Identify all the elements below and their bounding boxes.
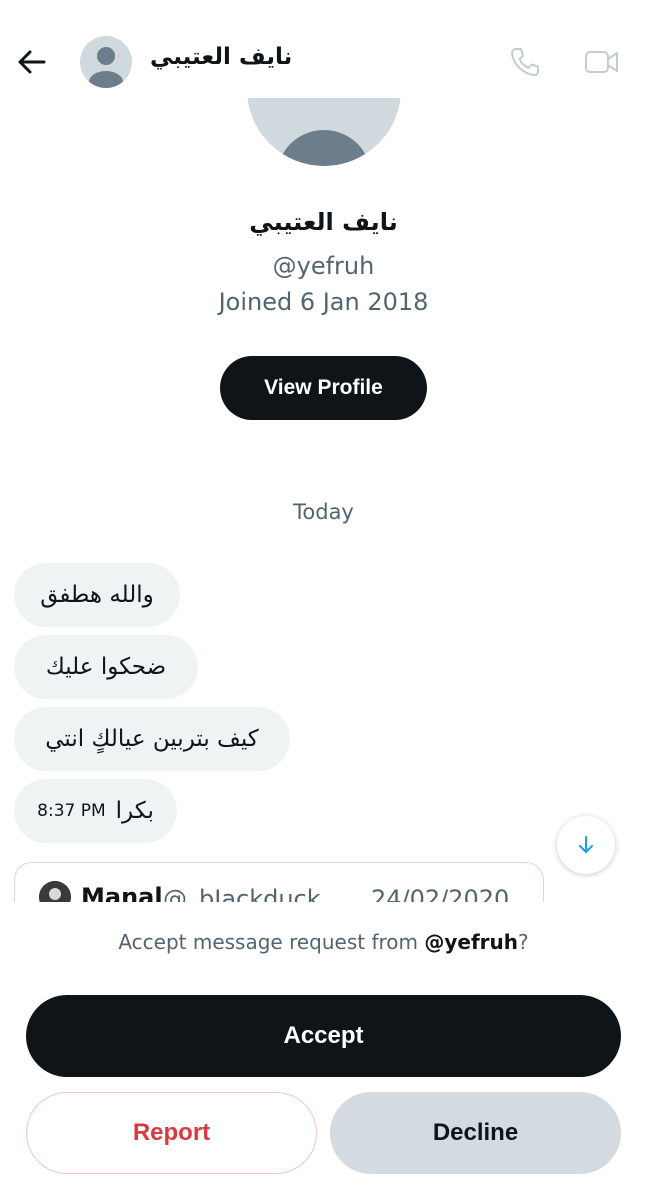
message-text: ضحكوا عليك [45, 654, 167, 680]
view-profile-button[interactable]: View Profile [220, 356, 427, 420]
message-request-panel: Accept message request from @yefruh? Acc… [0, 902, 647, 1200]
back-arrow-icon[interactable] [14, 44, 50, 80]
conversation-header: نايف العتيبي [0, 0, 647, 98]
scroll-to-bottom-button[interactable] [557, 816, 615, 874]
quoted-author-avatar [39, 881, 71, 902]
profile-joined-date: Joined 6 Jan 2018 [218, 288, 429, 316]
message-bubble[interactable]: ضحكوا عليك [14, 635, 198, 699]
day-separator: Today [293, 500, 354, 524]
arrow-down-icon [579, 836, 593, 853]
message-text: والله هطفق [40, 582, 154, 608]
quoted-post-date: 24/02/2020 [371, 885, 510, 902]
request-prompt: Accept message request from @yefruh? [0, 930, 647, 954]
decline-button[interactable]: Decline [330, 1092, 621, 1174]
profile-handle: @yefruh [272, 252, 375, 280]
request-prompt-suffix: ? [518, 930, 529, 954]
message-bubble[interactable]: كيف بتربين عيالكٍ انتي [14, 707, 290, 771]
report-button[interactable]: Report [26, 1092, 317, 1174]
quoted-author-handle: @_bIackduck [163, 885, 321, 902]
message-text: بكرا [115, 798, 154, 824]
header-avatar[interactable] [80, 36, 132, 88]
message-bubble[interactable]: والله هطفق [14, 563, 180, 627]
profile-name: نايف العتيبي [249, 208, 398, 236]
message-bubble[interactable]: بكرا 8:37 PM [14, 779, 177, 843]
profile-avatar[interactable] [247, 98, 401, 166]
quoted-post-card[interactable]: Manal @_bIackduck 24/02/2020 [14, 862, 544, 902]
video-camera-icon[interactable] [582, 44, 622, 80]
header-title[interactable]: نايف العتيبي [150, 44, 292, 70]
request-handle: @yefruh [424, 930, 519, 954]
request-prompt-prefix: Accept message request from [118, 930, 425, 954]
quoted-author-name: Manal [81, 883, 163, 902]
message-text: كيف بتربين عيالكٍ انتي [45, 726, 259, 752]
message-timestamp: 8:37 PM [37, 801, 106, 821]
conversation-scroll-area[interactable]: نايف العتيبي @yefruh Joined 6 Jan 2018 V… [0, 98, 647, 902]
accept-button[interactable]: Accept [26, 995, 621, 1077]
phone-icon[interactable] [507, 44, 543, 80]
